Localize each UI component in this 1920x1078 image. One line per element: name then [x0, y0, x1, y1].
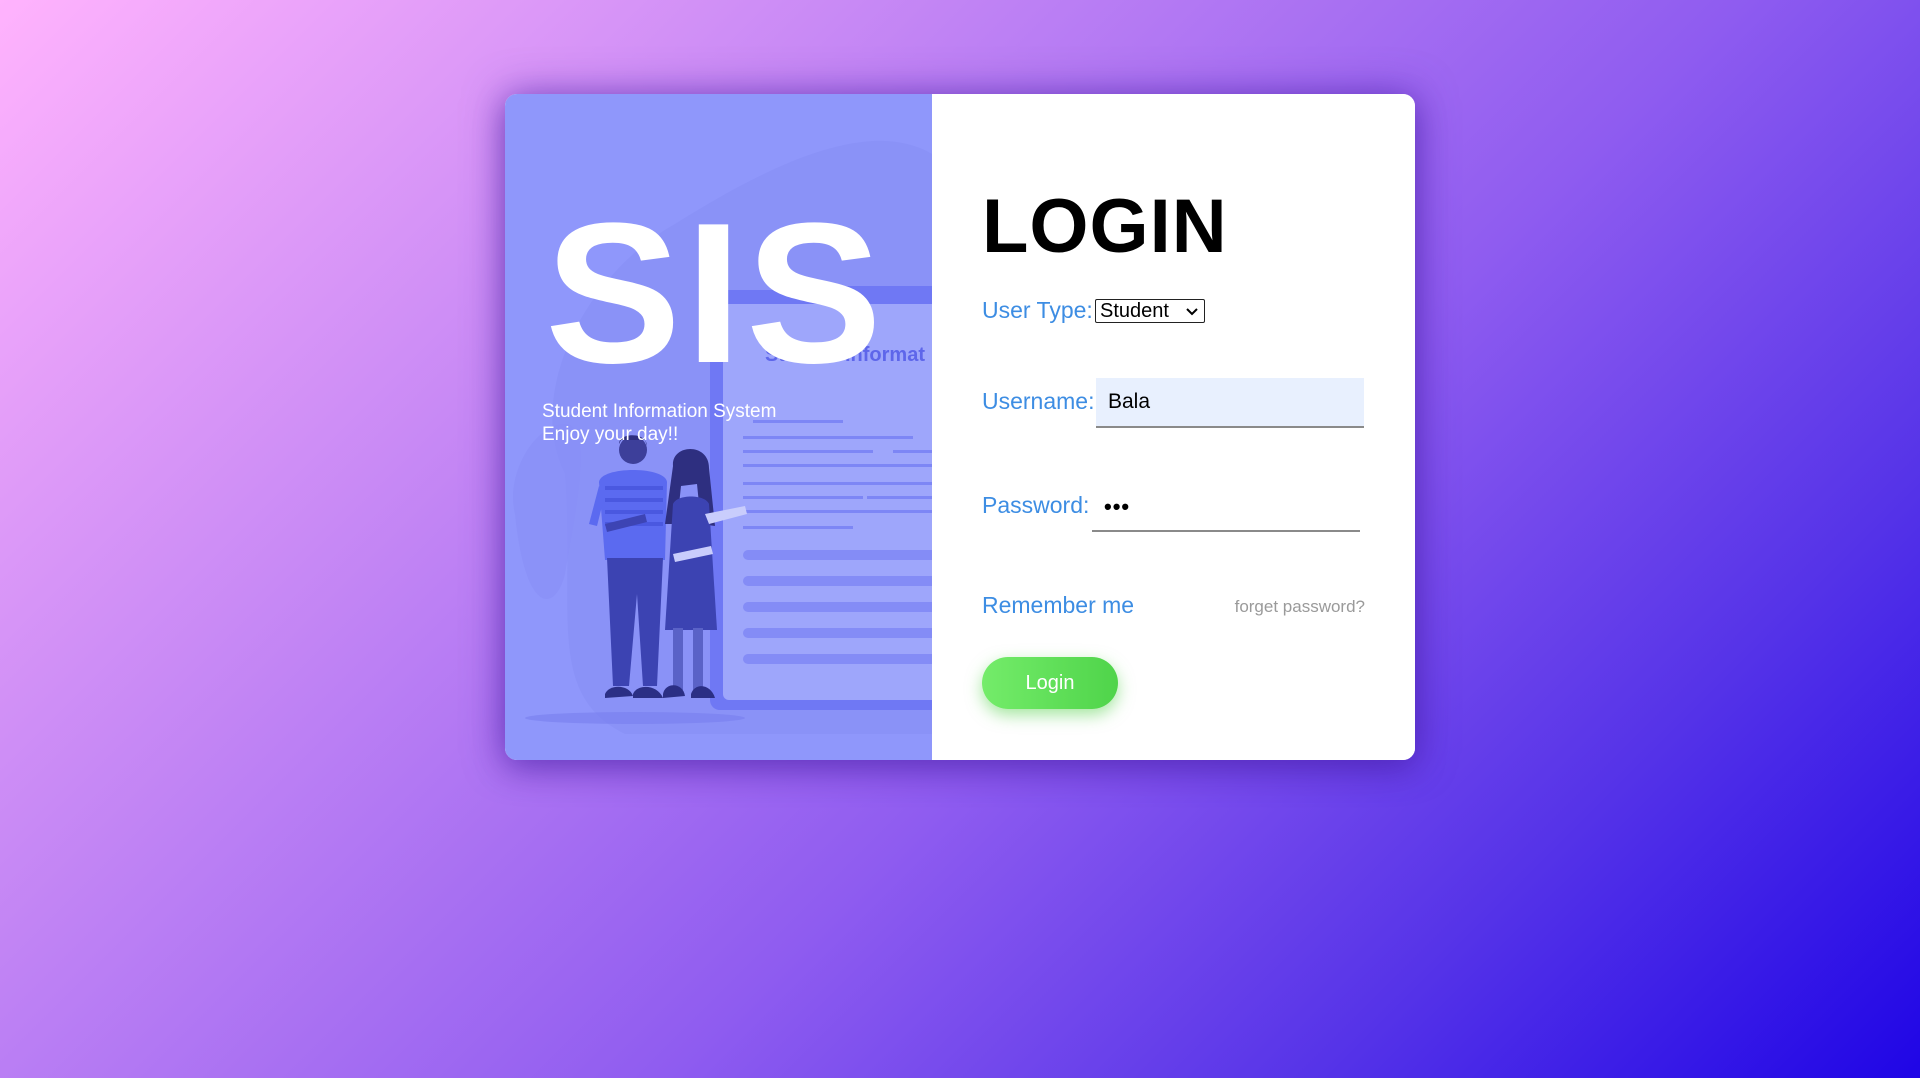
login-title: LOGIN	[982, 184, 1228, 269]
brand-title: SIS	[545, 182, 887, 405]
login-form-panel: LOGIN User Type: Student Username: Bala …	[932, 94, 1415, 760]
login-button[interactable]: Login	[982, 657, 1118, 709]
username-input[interactable]: Bala	[1096, 378, 1364, 428]
user-type-select[interactable]: Student	[1095, 299, 1205, 323]
chevron-down-icon	[1186, 308, 1198, 316]
tagline: Student Information System Enjoy your da…	[542, 400, 776, 446]
password-label: Password:	[982, 492, 1090, 518]
user-type-selected: Student	[1100, 300, 1169, 322]
forget-password-link[interactable]: forget password?	[1235, 597, 1365, 617]
remember-me[interactable]: Remember me	[982, 592, 1134, 619]
tagline-line-2: Enjoy your day!!	[542, 424, 679, 445]
tagline-line-1: Student Information System	[542, 401, 777, 422]
password-input[interactable]: •••	[1092, 484, 1360, 532]
login-card: Student Informat SIS Student Information…	[505, 94, 1415, 760]
username-label: Username:	[982, 388, 1095, 414]
user-type-label: User Type:	[982, 297, 1093, 323]
branding-panel: Student Informat SIS Student Information…	[505, 94, 932, 760]
